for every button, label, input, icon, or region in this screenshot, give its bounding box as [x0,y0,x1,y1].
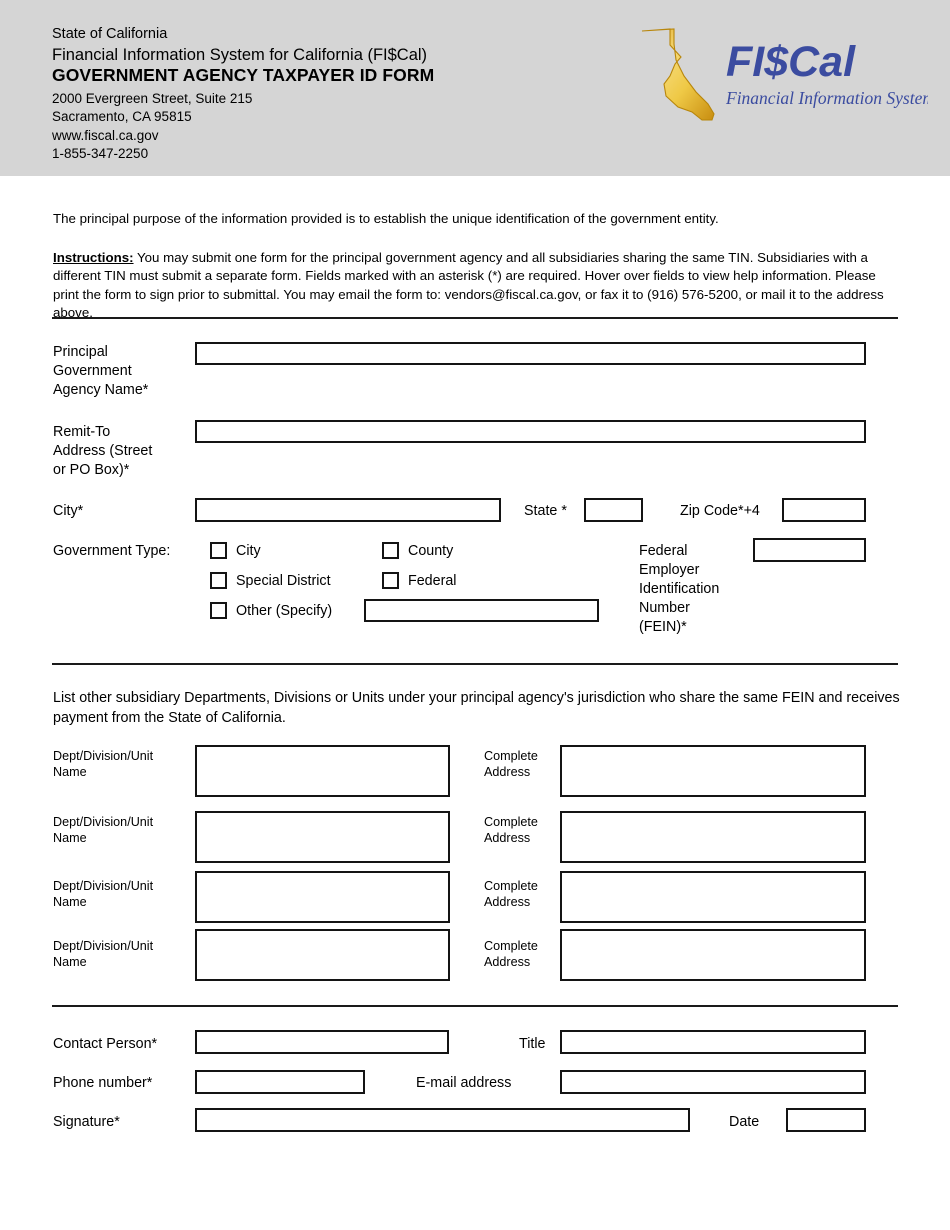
purpose-statement: The principal purpose of the information… [53,211,719,226]
title-input[interactable] [560,1030,866,1054]
complete-address-label-4: Complete Address [484,939,538,970]
logo-tagline: Financial Information System for Califor… [725,88,928,108]
principal-agency-name-label: Principal Government Agency Name* [53,344,149,398]
date-input[interactable] [786,1108,866,1132]
checkbox-federal-label: Federal [408,573,457,589]
california-state-icon [641,28,715,121]
state-label: State * [524,503,567,519]
section-divider-1 [52,317,898,319]
complete-address-input-1[interactable] [560,745,866,797]
header-agency-block: State of California Financial Informatio… [52,27,434,166]
section-divider-3 [52,1005,898,1007]
complete-address-input-2[interactable] [560,811,866,863]
email-address-input[interactable] [560,1070,866,1094]
header-system-line: Financial Information System for Califor… [52,45,428,64]
section-divider-2 [52,663,898,665]
zip-code-input[interactable] [782,498,866,522]
checkbox-federal[interactable] [382,572,399,589]
logo-wordmark: FI$Cal [726,38,856,86]
fein-label: Federal Employer Identification Number (… [639,543,720,635]
fein-input[interactable] [753,538,866,562]
remit-to-address-label: Remit-To Address (Street or PO Box)* [53,424,153,478]
checkbox-other[interactable] [210,602,227,619]
complete-address-input-3[interactable] [560,871,866,923]
government-type-label: Government Type: [53,543,171,559]
dept-name-input-4[interactable] [195,929,450,981]
checkbox-other-label: Other (Specify) [236,603,333,619]
city-input[interactable] [195,498,501,522]
instructions-text: You may submit one form for the principa… [53,250,884,321]
dept-name-label-2: Dept/Division/Unit Name [53,815,154,846]
checkbox-county[interactable] [382,542,399,559]
dept-name-input-1[interactable] [195,745,450,797]
dept-name-input-2[interactable] [195,811,450,863]
complete-address-label-3: Complete Address [484,879,538,910]
checkbox-city[interactable] [210,542,227,559]
header-phone: 1-855-347-2250 [52,146,149,161]
email-address-label: E-mail address [416,1075,512,1091]
header-street: 2000 Evergreen Street, Suite 215 [52,90,253,106]
checkbox-city-label: City [236,543,261,559]
checkbox-county-label: County [408,543,454,559]
contact-person-label: Contact Person* [53,1036,158,1052]
instructions-paragraph: Instructions: You may submit one form fo… [53,249,905,322]
contact-person-input[interactable] [195,1030,449,1054]
signature-input[interactable] [195,1108,690,1132]
city-label: City* [53,503,84,519]
complete-address-label-2: Complete Address [484,815,538,846]
phone-number-label: Phone number* [53,1075,153,1091]
checkbox-special-district[interactable] [210,572,227,589]
zip-code-label: Zip Code*+4 [680,503,760,519]
dept-name-label-1: Dept/Division/Unit Name [53,749,154,780]
header-state-line: State of California [52,26,168,42]
state-input[interactable] [584,498,643,522]
instructions-label: Instructions: [53,250,134,265]
date-label: Date [729,1114,760,1130]
header-website: www.fiscal.ca.gov [52,127,159,143]
title-label: Title [519,1036,546,1052]
remit-to-address-input[interactable] [195,420,866,443]
subsidiaries-intro: List other subsidiary Departments, Divis… [53,690,900,727]
other-specify-input[interactable] [364,599,599,622]
complete-address-label-1: Complete Address [484,749,538,780]
phone-number-input[interactable] [195,1070,365,1094]
dept-name-label-4: Dept/Division/Unit Name [53,939,154,970]
page-title: GOVERNMENT AGENCY TAXPAYER ID FORM [52,65,435,85]
fiscal-logo: FI$Cal Financial Information System for … [628,24,928,128]
dept-name-input-3[interactable] [195,871,450,923]
header-city-state-zip: Sacramento, CA 95815 [52,109,192,124]
signature-label: Signature* [53,1114,120,1130]
principal-agency-name-input[interactable] [195,342,866,365]
complete-address-input-4[interactable] [560,929,866,981]
dept-name-label-3: Dept/Division/Unit Name [53,879,154,910]
checkbox-special-district-label: Special District [236,573,331,589]
